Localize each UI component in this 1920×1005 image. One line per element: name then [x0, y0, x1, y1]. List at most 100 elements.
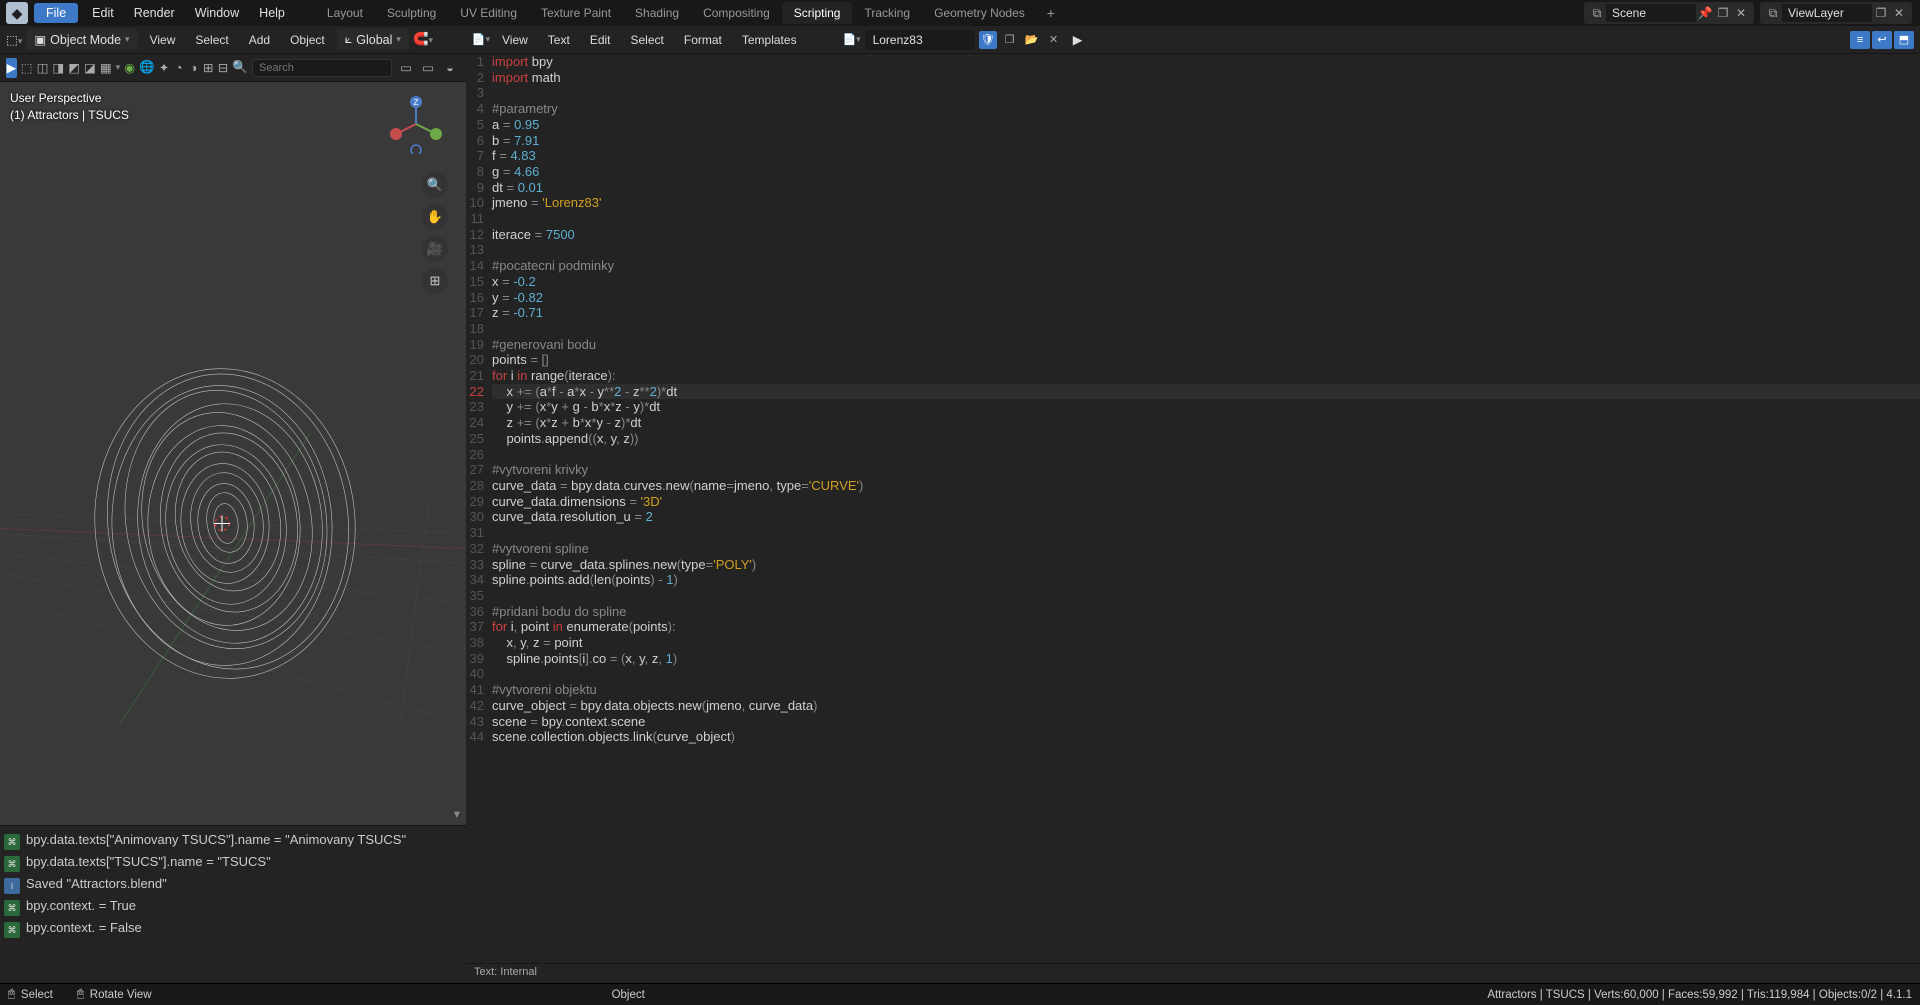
scene-name-input[interactable]	[1606, 4, 1696, 22]
workspace-tab-uv-editing[interactable]: UV Editing	[448, 2, 529, 24]
code-line[interactable]: x, y, z = point	[492, 635, 1920, 651]
navigation-gizmo[interactable]: Z	[386, 94, 446, 154]
code-line[interactable]: for i, point in enumerate(points):	[492, 619, 1920, 635]
layer-browse-icon[interactable]: ⧉	[1764, 4, 1782, 22]
camera-view-icon[interactable]: 🎥	[422, 236, 448, 262]
te-format-menu[interactable]: Format	[676, 30, 730, 50]
code-line[interactable]: x += (a*f - a*x - y**2 - z**2)*dt	[492, 384, 1920, 400]
code-line[interactable]	[492, 447, 1920, 463]
render-menu[interactable]: Render	[124, 3, 185, 23]
workspace-tab-shading[interactable]: Shading	[623, 2, 691, 24]
code-line[interactable]	[492, 242, 1920, 258]
code-line[interactable]: dt = 0.01	[492, 180, 1920, 196]
code-line[interactable]: jmeno = 'Lorenz83'	[492, 195, 1920, 211]
scene-new-icon[interactable]: ❐	[1714, 4, 1732, 22]
code-line[interactable]: g = 4.66	[492, 164, 1920, 180]
code-editor[interactable]: 1import bpy2import math3 4#parametry5a =…	[466, 54, 1920, 963]
scene-delete-icon[interactable]: ✕	[1732, 4, 1750, 22]
folder-open-icon[interactable]: 📂	[1023, 31, 1041, 49]
layer-new-icon[interactable]: ❐	[1872, 4, 1890, 22]
3d-viewport[interactable]: User Perspective (1) Attractors | TSUCS …	[0, 82, 466, 825]
workspace-tab-scripting[interactable]: Scripting	[782, 2, 853, 24]
tool-b-icon[interactable]: ◨	[52, 58, 64, 78]
code-line[interactable]: z += (x*z + b*x*y - z)*dt	[492, 415, 1920, 431]
text-unlink-icon[interactable]: ✕	[1045, 31, 1063, 49]
workspace-tab-texture-paint[interactable]: Texture Paint	[529, 2, 623, 24]
code-line[interactable]: y = -0.82	[492, 290, 1920, 306]
overlay-toggle-icon[interactable]: ▭	[418, 58, 438, 78]
code-line[interactable]: #pocatecni podminky	[492, 258, 1920, 274]
code-line[interactable]: spline = curve_data.splines.new(type='PO…	[492, 557, 1920, 573]
object-menu[interactable]: Object	[282, 30, 333, 50]
workspace-tab-geometry-nodes[interactable]: Geometry Nodes	[922, 2, 1037, 24]
add-menu[interactable]: Add	[241, 30, 278, 50]
edit-menu[interactable]: Edit	[82, 3, 124, 23]
console-line[interactable]: Saved "Attractors.blend"	[26, 876, 167, 891]
file-menu[interactable]: File	[34, 3, 78, 23]
overlay-a-icon[interactable]: ◔	[173, 58, 184, 78]
code-line[interactable]: curve_data.dimensions = '3D'	[492, 494, 1920, 510]
code-line[interactable]: b = 7.91	[492, 133, 1920, 149]
add-workspace-button[interactable]: +	[1037, 1, 1065, 25]
select-box-icon[interactable]: ⬚	[21, 58, 33, 78]
visibility-icon[interactable]: ◉	[124, 58, 135, 78]
code-line[interactable]: #pridani bodu do spline	[492, 604, 1920, 620]
view-layer-input[interactable]	[1782, 4, 1872, 22]
code-line[interactable]	[492, 85, 1920, 101]
perspective-toggle-icon[interactable]: ⊞	[422, 268, 448, 294]
code-line[interactable]	[492, 525, 1920, 541]
console-line[interactable]: bpy.context. = False	[26, 920, 142, 935]
text-new-icon[interactable]: ❐	[1001, 31, 1019, 49]
code-line[interactable]: iterace = 7500	[492, 227, 1920, 243]
code-line[interactable]: spline.points.add(len(points) - 1)	[492, 572, 1920, 588]
te-edit-menu[interactable]: Edit	[582, 30, 619, 50]
code-line[interactable]: scene = bpy.context.scene	[492, 714, 1920, 730]
te-select-menu[interactable]: Select	[623, 30, 672, 50]
code-line[interactable]: import math	[492, 70, 1920, 86]
gizmo-icon[interactable]: ✦	[159, 58, 170, 78]
code-line[interactable]	[492, 588, 1920, 604]
te-text-menu[interactable]: Text	[540, 30, 578, 50]
help-menu[interactable]: Help	[249, 3, 295, 23]
code-line[interactable]: import bpy	[492, 54, 1920, 70]
workspace-tab-sculpting[interactable]: Sculpting	[375, 2, 448, 24]
window-menu[interactable]: Window	[185, 3, 249, 23]
code-line[interactable]: z = -0.71	[492, 305, 1920, 321]
blender-logo-icon[interactable]: ◆	[6, 2, 28, 24]
workspace-tab-compositing[interactable]: Compositing	[691, 2, 782, 24]
code-line[interactable]: scene.collection.objects.link(curve_obje…	[492, 729, 1920, 745]
workspace-tab-tracking[interactable]: Tracking	[852, 2, 922, 24]
te-templates-menu[interactable]: Templates	[734, 30, 805, 50]
code-line[interactable]	[492, 211, 1920, 227]
scene-pin-icon[interactable]: 📌	[1696, 4, 1714, 22]
code-line[interactable]: curve_data = bpy.data.curves.new(name=jm…	[492, 478, 1920, 494]
object-mode-selector[interactable]: ▣ Object Mode ▾	[26, 29, 137, 50]
workspace-tab-layout[interactable]: Layout	[315, 2, 375, 24]
code-line[interactable]: points.append((x, y, z))	[492, 431, 1920, 447]
overlay-b-icon[interactable]: ◑	[188, 58, 199, 78]
orientation-selector[interactable]: ⟀ Global ▾	[337, 29, 409, 50]
select-menu[interactable]: Select	[187, 30, 236, 50]
code-line[interactable]	[492, 666, 1920, 682]
te-view-menu[interactable]: View	[494, 30, 536, 50]
code-line[interactable]: spline.points[i].co = (x, y, z, 1)	[492, 651, 1920, 667]
chevron-down-icon[interactable]: ▾	[116, 62, 121, 73]
code-line[interactable]: #vytvoreni spline	[492, 541, 1920, 557]
snap-toggle[interactable]: 🧲▾	[413, 32, 433, 47]
code-line[interactable]: a = 0.95	[492, 117, 1920, 133]
console-line[interactable]: bpy.context. = True	[26, 898, 136, 913]
wrap-toggle-icon[interactable]: ↩	[1872, 31, 1892, 49]
info-console[interactable]: ⌘bpy.data.texts["Animovany TSUCS"].name …	[0, 825, 466, 983]
overlay-d-icon[interactable]: ⊟	[218, 58, 229, 78]
console-line[interactable]: bpy.data.texts["TSUCS"].name = "TSUCS"	[26, 854, 271, 869]
tool-c-icon[interactable]: ◩	[68, 58, 80, 78]
editor-type-icon[interactable]: 📄▾	[472, 31, 490, 49]
run-script-button[interactable]: ▶	[1067, 30, 1089, 50]
code-line[interactable]: curve_object = bpy.data.objects.new(jmen…	[492, 698, 1920, 714]
pan-icon[interactable]: ✋	[422, 204, 448, 230]
code-line[interactable]	[492, 321, 1920, 337]
code-line[interactable]: #vytvoreni krivky	[492, 462, 1920, 478]
code-line[interactable]: x = -0.2	[492, 274, 1920, 290]
text-block-name-input[interactable]	[865, 30, 975, 50]
code-line[interactable]: #generovani bodu	[492, 337, 1920, 353]
